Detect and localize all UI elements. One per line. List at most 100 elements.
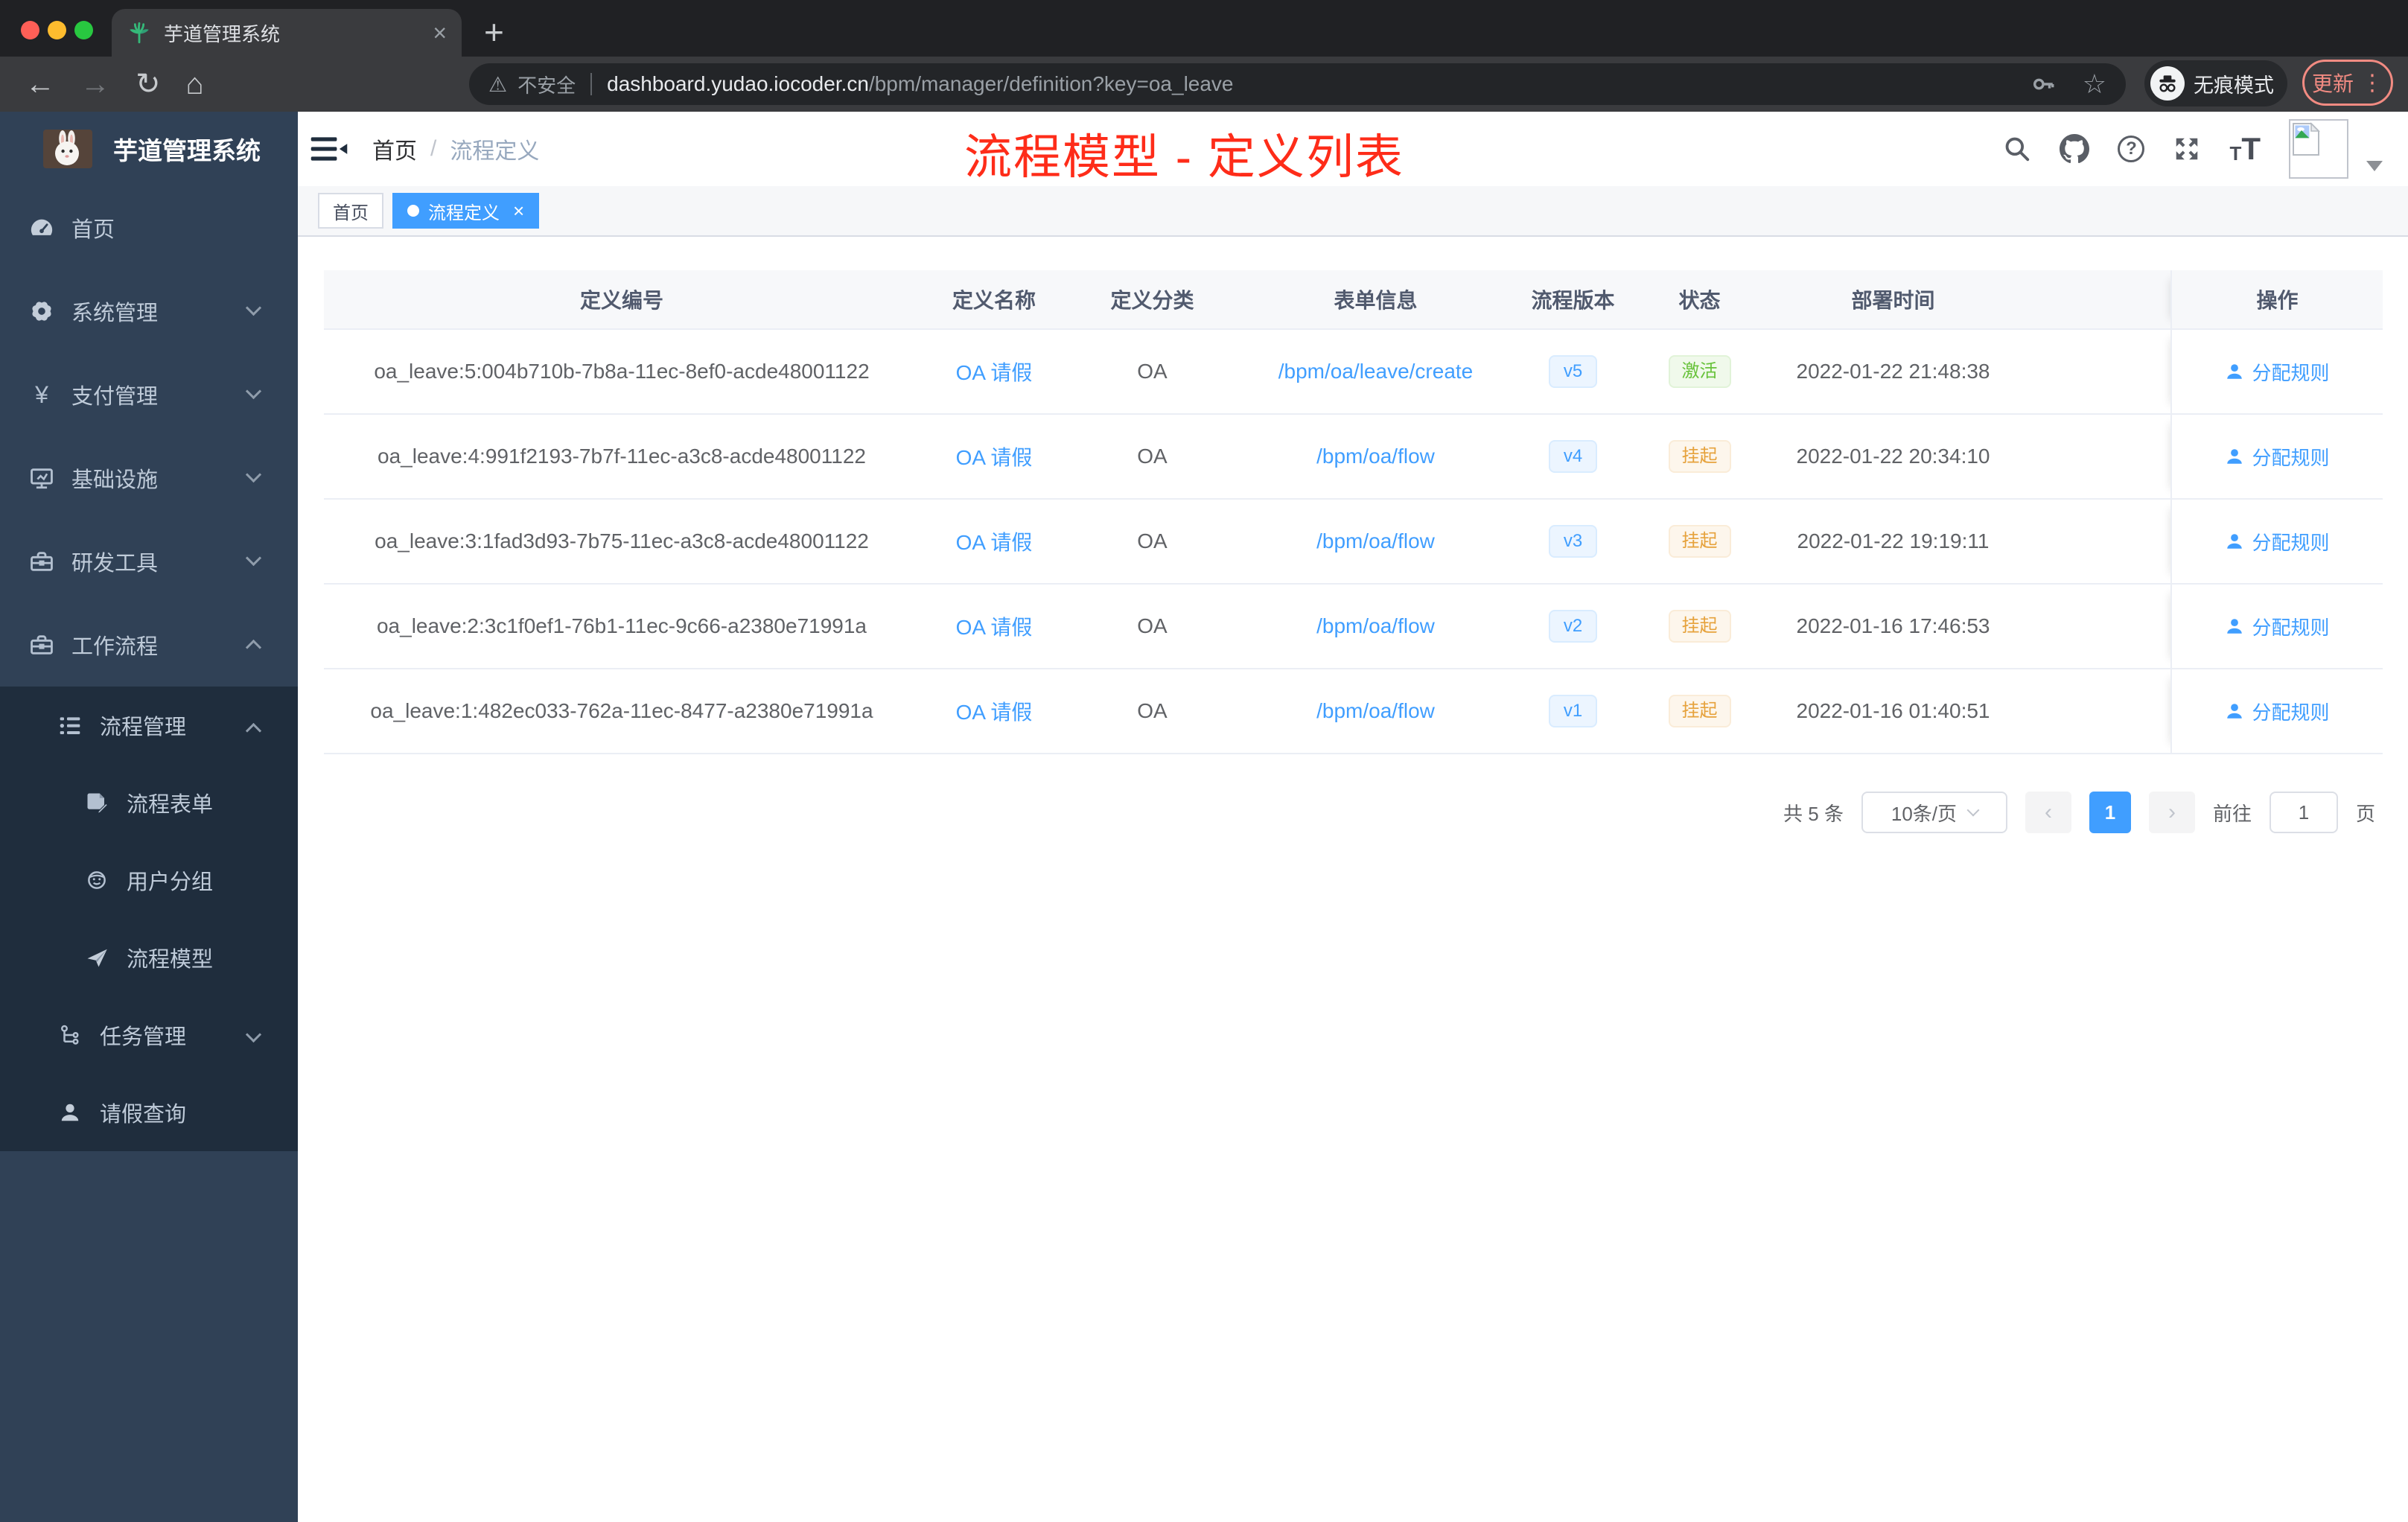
chevron-up-icon (245, 639, 262, 656)
security-label[interactable]: 不安全 (517, 71, 576, 98)
current-page-button[interactable]: 1 (2089, 792, 2131, 833)
sidebar-item-label: 支付管理 (71, 385, 159, 409)
reload-icon[interactable]: ↻ (136, 69, 161, 99)
breadcrumb-separator: / (430, 136, 437, 161)
sidebar-item-process-management[interactable]: 流程管理 (0, 687, 298, 764)
column-header: 状态 (1678, 289, 1721, 312)
sidebar-item-label: 流程表单 (127, 793, 214, 817)
window-close-button[interactable] (21, 21, 39, 39)
user-avatar-broken-image[interactable] (2289, 119, 2348, 179)
assign-rule-button[interactable]: 分配规则 (2225, 698, 2330, 725)
definition-table: 定义编号 定义名称 定义分类 表单信息 流程版本 状态 部署时间 操作 oa_l… (324, 270, 2383, 754)
sidebar-item-user-group[interactable]: 用户分组 (0, 841, 298, 919)
column-header: 定义名称 (952, 289, 1036, 312)
font-size-icon[interactable]: TT (2229, 133, 2261, 165)
password-key-icon[interactable] (2030, 71, 2056, 97)
definition-name-link[interactable]: OA 请假 (956, 696, 1033, 726)
workflow-submenu: 流程管理 流程表单 用户分组 流程模型 任务管理 请假查询 (0, 687, 298, 1151)
chevron-down-icon (1966, 803, 1980, 817)
form-link[interactable]: /bpm/oa/flow (1316, 529, 1435, 553)
browser-update-button[interactable]: 更新 ⋮ (2302, 60, 2393, 106)
tag-close-icon[interactable]: × (513, 200, 524, 223)
sidebar-item-process-model[interactable]: 流程模型 (0, 919, 298, 996)
back-icon[interactable]: ← (25, 69, 55, 99)
tag-process-definition[interactable]: 流程定义 × (392, 193, 540, 229)
forward-icon[interactable]: → (80, 69, 110, 99)
definition-id: oa_leave:1:482ec033-762a-11ec-8477-a2380… (370, 699, 873, 722)
form-link[interactable]: /bpm/oa/flow (1316, 445, 1435, 468)
form-link[interactable]: /bpm/oa/leave/create (1278, 360, 1474, 383)
breadcrumb-home[interactable]: 首页 (372, 133, 417, 165)
help-icon[interactable]: ? (2118, 136, 2145, 162)
toolbox-icon (28, 549, 55, 574)
page-annotation-title: 流程模型 - 定义列表 (964, 130, 1404, 184)
new-tab-button[interactable]: + (484, 12, 504, 52)
browser-tab[interactable]: 芋道管理系统 × (112, 9, 462, 57)
home-icon[interactable]: ⌂ (186, 69, 204, 99)
column-header: 操作 (2170, 270, 2383, 328)
update-label: 更新 (2311, 72, 2354, 95)
page-size-select[interactable]: 10条/页 (1861, 792, 2007, 833)
next-page-button[interactable]: › (2148, 792, 2195, 833)
sidebar-item-devtools[interactable]: 研发工具 (0, 520, 298, 603)
browser-menu-icon[interactable]: ⋮ (2361, 70, 2383, 96)
incognito-icon (2150, 66, 2185, 101)
search-icon[interactable] (2003, 135, 2031, 163)
status-badge: 挂起 (1668, 695, 1731, 727)
table-row: oa_leave:1:482ec033-762a-11ec-8477-a2380… (324, 669, 2383, 754)
definition-name-link[interactable]: OA 请假 (956, 357, 1033, 386)
definition-name-link[interactable]: OA 请假 (956, 442, 1033, 471)
tag-home[interactable]: 首页 (318, 193, 383, 229)
avatar-caret-icon[interactable] (2366, 161, 2383, 171)
deploy-time: 2022-01-22 20:34:10 (1796, 445, 1990, 468)
address-bar[interactable]: ⚠ 不安全 dashboard.yudao.iocoder.cn /bpm/ma… (469, 63, 2126, 105)
definition-category: OA (1137, 614, 1168, 637)
bookmark-star-icon[interactable]: ☆ (2083, 69, 2106, 100)
github-icon[interactable] (2060, 134, 2090, 164)
active-tag-dot (407, 205, 419, 217)
sidebar-item-process-form[interactable]: 流程表单 (0, 764, 298, 841)
table-row: oa_leave:2:3c1f0ef1-76b1-11ec-9c66-a2380… (324, 585, 2383, 669)
definition-category: OA (1137, 529, 1168, 553)
sidebar-item-infrastructure[interactable]: 基础设施 (0, 436, 298, 520)
form-link[interactable]: /bpm/oa/flow (1316, 614, 1435, 638)
definition-name-link[interactable]: OA 请假 (956, 611, 1033, 641)
assign-rule-button[interactable]: 分配规则 (2225, 528, 2330, 555)
definition-category: OA (1137, 445, 1168, 468)
chevron-down-icon (245, 299, 262, 316)
column-header: 定义编号 (579, 289, 663, 312)
assign-rule-button[interactable]: 分配规则 (2225, 443, 2330, 471)
assign-rule-button[interactable]: 分配规则 (2225, 358, 2330, 386)
sidebar-item-label: 工作流程 (71, 635, 159, 659)
chevron-down-icon (245, 550, 262, 567)
incognito-label: 无痕模式 (2194, 74, 2274, 97)
version-badge: v3 (1548, 525, 1598, 558)
screen: 芋道管理系统 × + ← → ↻ ⌂ ⚠ 不安全 dashboard.yudao… (0, 0, 2408, 1522)
sidebar-item-label: 流程模型 (127, 948, 214, 972)
chevron-up-icon (245, 722, 262, 739)
sidebar-item-payment[interactable]: ¥ 支付管理 (0, 353, 298, 436)
sidebar-item-leave-query[interactable]: 请假查询 (0, 1074, 298, 1151)
gear-icon (28, 299, 55, 324)
window-minimize-button[interactable] (48, 21, 66, 39)
sidebar-fold-icon[interactable] (310, 131, 348, 167)
paper-plane-icon (83, 946, 110, 969)
assign-rule-button[interactable]: 分配规则 (2225, 613, 2330, 640)
tab-close-icon[interactable]: × (433, 21, 447, 45)
definition-name-link[interactable]: OA 请假 (956, 526, 1033, 556)
prev-page-button[interactable]: ‹ (2025, 792, 2071, 833)
definition-id: oa_leave:4:991f2193-7b7f-11ec-a3c8-acde4… (378, 445, 866, 468)
sidebar-item-label: 流程管理 (100, 716, 187, 739)
chevron-down-icon (245, 383, 262, 400)
fullscreen-icon[interactable] (2173, 135, 2201, 163)
goto-page-input[interactable] (2269, 792, 2338, 833)
sidebar-item-task-management[interactable]: 任务管理 (0, 996, 298, 1074)
robot-face-icon (83, 869, 110, 891)
form-link[interactable]: /bpm/oa/flow (1316, 699, 1435, 723)
window-zoom-button[interactable] (74, 21, 93, 39)
sidebar-item-workflow[interactable]: 工作流程 (0, 603, 298, 687)
sidebar-item-system[interactable]: 系统管理 (0, 270, 298, 353)
sidebar: 芋道管理系统 首页 系统管理 ¥ 支付管理 基础设施 研发工具 工作流程 流程管… (0, 112, 298, 1522)
sidebar-item-home[interactable]: 首页 (0, 186, 298, 270)
total-count: 共 5 条 (1783, 802, 1844, 825)
